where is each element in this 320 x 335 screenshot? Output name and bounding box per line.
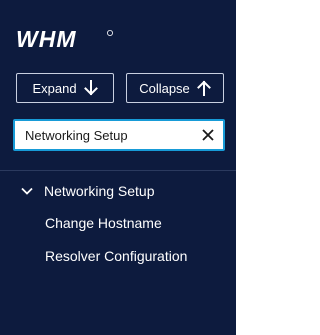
expand-button-label: Expand (32, 80, 77, 96)
search-box (13, 119, 225, 151)
chevron-down-icon (20, 184, 34, 198)
arrow-down-icon (83, 80, 98, 96)
nav-item-change-hostname[interactable]: Change Hostname (45, 215, 162, 231)
collapse-button[interactable]: Collapse (126, 73, 224, 103)
search-input[interactable] (15, 121, 195, 149)
collapse-button-label: Collapse (139, 80, 190, 96)
whm-logo-mark: WHM (16, 28, 114, 50)
close-icon[interactable] (200, 127, 216, 143)
sidebar: WHM Expand Collapse Networking Setup Net… (0, 0, 236, 335)
nav-group-networking-setup[interactable]: Networking Setup (20, 183, 155, 199)
nav-item-resolver-configuration[interactable]: Resolver Configuration (45, 248, 187, 264)
nav-group-label: Networking Setup (44, 183, 155, 199)
divider (0, 170, 236, 171)
expand-button[interactable]: Expand (16, 73, 114, 103)
whm-logo[interactable]: WHM (16, 28, 116, 50)
arrow-up-icon (196, 80, 211, 96)
whm-logo-text: WHM (16, 28, 76, 50)
